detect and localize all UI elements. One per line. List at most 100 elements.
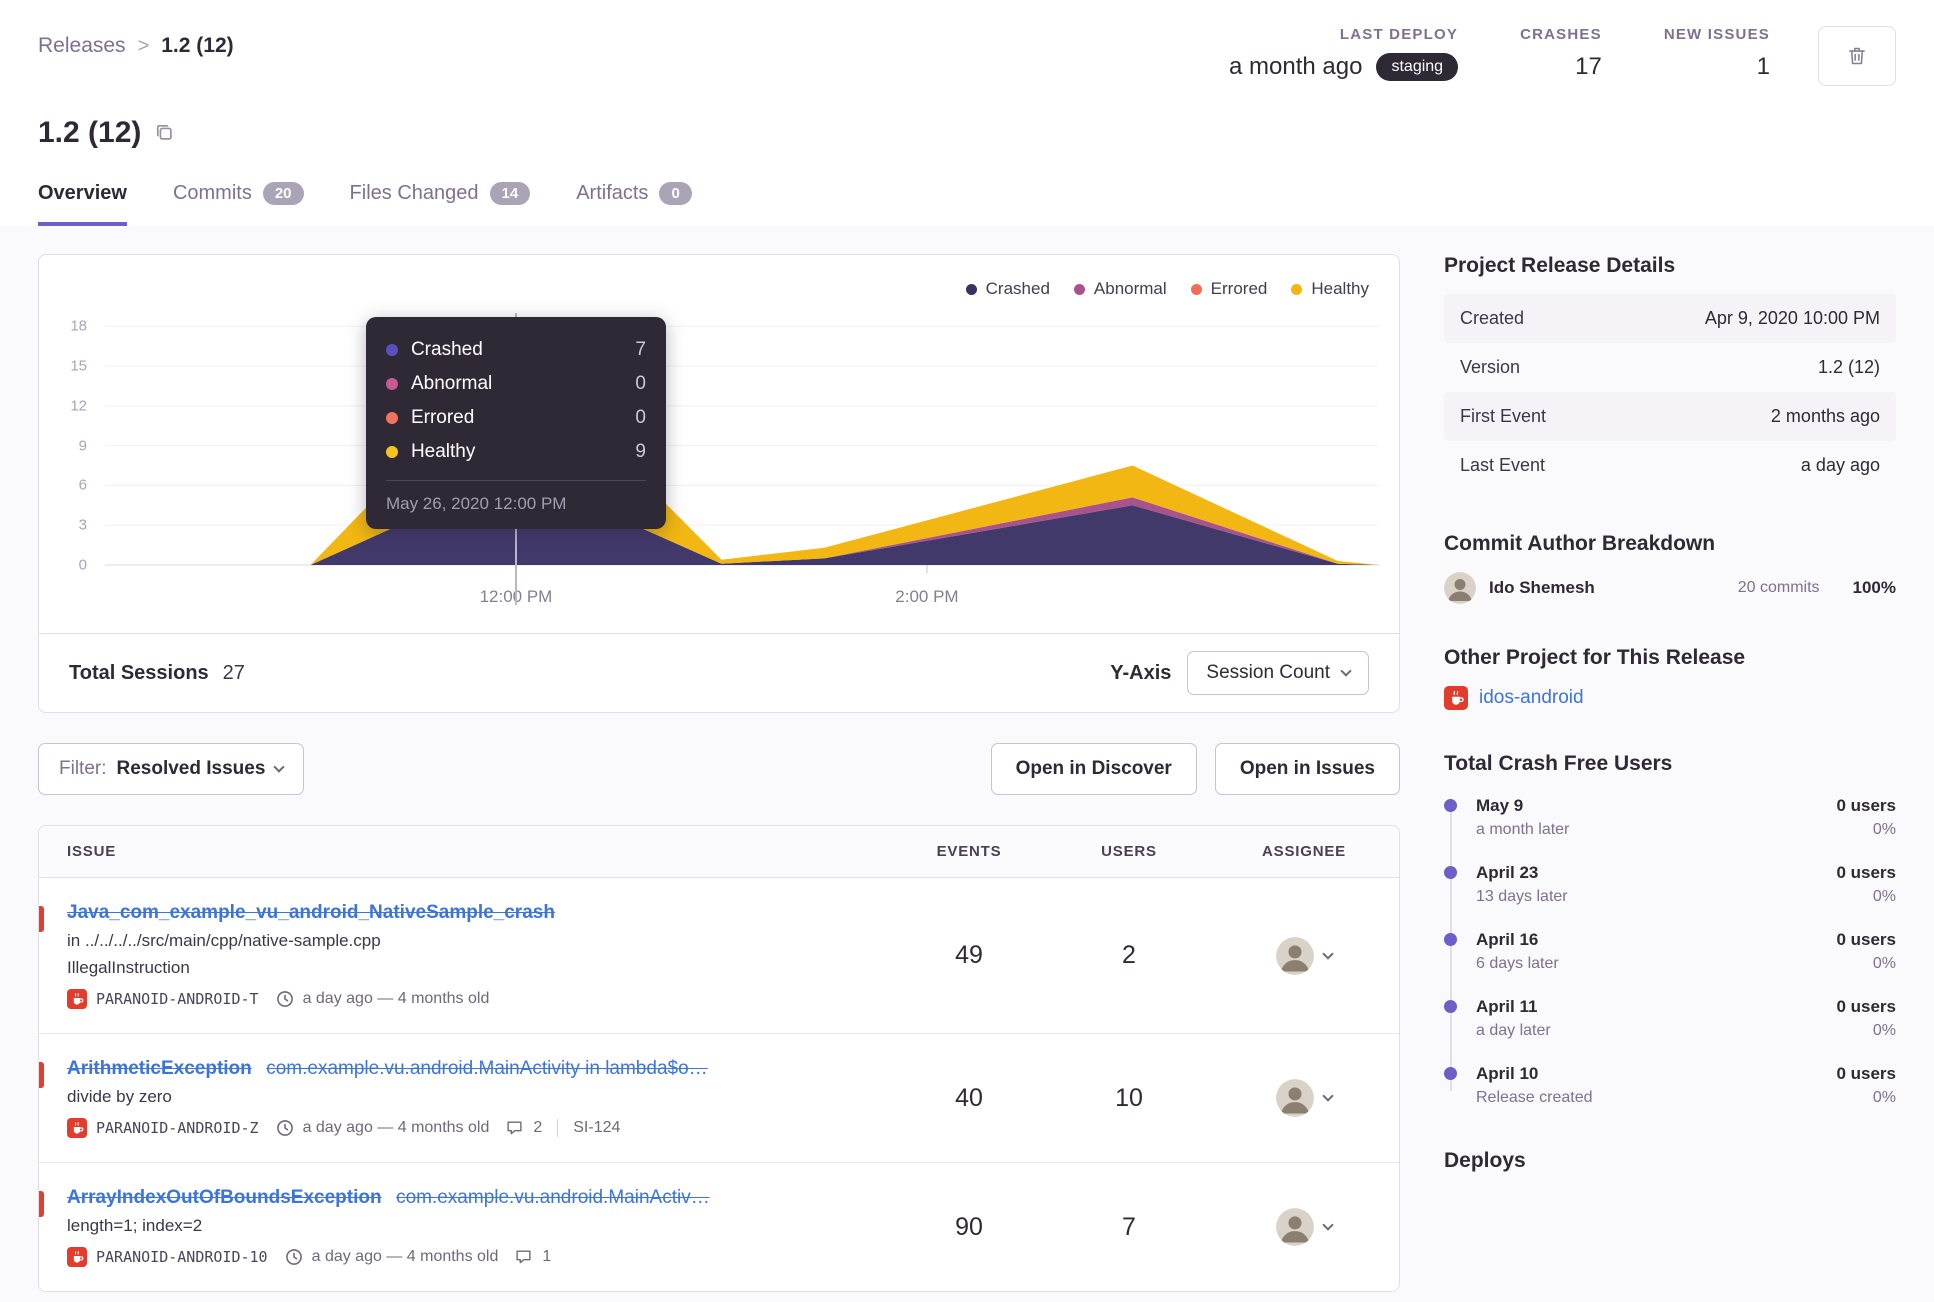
y-axis-select[interactable]: Session Count xyxy=(1187,651,1369,695)
legend-errored-label: Errored xyxy=(1210,279,1268,298)
y-tick-label: 9 xyxy=(78,437,87,455)
copy-version-button[interactable] xyxy=(154,122,174,145)
issue-short-id: SI-124 xyxy=(573,1119,621,1136)
assignee-dropdown[interactable] xyxy=(1209,936,1399,975)
y-axis-label: Y-Axis xyxy=(1110,661,1172,684)
chevron-down-icon xyxy=(1322,947,1334,960)
issue-row[interactable]: ArithmeticException com.example.vu.andro… xyxy=(39,1034,1399,1163)
tab-files-changed[interactable]: Files Changed 14 xyxy=(350,182,531,226)
crash-free-entry: April 11 0 users a day later 0% xyxy=(1444,997,1896,1040)
crash-free-entry: April 16 0 users 6 days later 0% xyxy=(1444,930,1896,973)
chart-tooltip: Crashed 7 Abnormal 0 Errored 0 Healthy 9… xyxy=(365,317,666,529)
comments-count: 2 xyxy=(533,1119,543,1136)
issue-meta: PARANOID-ANDROID-10 a day ago — 4 months… xyxy=(67,1247,869,1267)
entry-date: April 23 xyxy=(1476,863,1539,882)
total-sessions-label: Total Sessions xyxy=(69,661,209,684)
legend-abnormal-label: Abnormal xyxy=(1093,279,1167,298)
crashed-dot-icon xyxy=(965,283,977,295)
resolved-issues-table: ISSUE EVENTS USERS ASSIGNEE Java_com_exa… xyxy=(38,825,1400,1292)
chart-canvas xyxy=(105,313,1379,575)
issue-title-link[interactable]: Java_com_example_vu_android_NativeSample… xyxy=(67,902,555,923)
author-commit-count: 20 commits xyxy=(1737,579,1820,596)
legend-errored[interactable]: Errored xyxy=(1190,279,1268,299)
entry-percent: 0% xyxy=(1872,821,1896,838)
x-tick-label: 2:00 PM xyxy=(895,587,959,606)
assignee-avatar xyxy=(1276,936,1314,975)
tab-overview-label: Overview xyxy=(38,182,127,204)
page-header: Releases > 1.2 (12) LAST DEPLOY a month … xyxy=(0,0,1934,226)
entry-date: April 16 xyxy=(1476,930,1539,949)
release-details-heading: Project Release Details xyxy=(1444,254,1676,277)
crash-free-section: Total Crash Free Users May 9 0 users a m… xyxy=(1444,752,1896,1107)
issue-meta: PARANOID-ANDROID-T a day ago — 4 months … xyxy=(67,989,869,1009)
abnormal-dot-icon xyxy=(1073,283,1085,295)
resolved-indicator-bar xyxy=(39,1191,44,1217)
deploy-env-badge[interactable]: staging xyxy=(1376,53,1459,81)
new-issues-value: 1 xyxy=(1756,53,1770,80)
trash-icon xyxy=(1846,45,1868,67)
breadcrumb-separator-icon: > xyxy=(137,34,150,57)
project-name-link[interactable]: idos-android xyxy=(1479,687,1584,709)
assignee-avatar xyxy=(1276,1208,1314,1246)
detail-row: Last Event a day ago xyxy=(1444,441,1896,490)
issue-value: IllegalInstruction xyxy=(67,958,190,977)
issue-row[interactable]: ArrayIndexOutOfBoundsException com.examp… xyxy=(39,1163,1399,1291)
healthy-dot-icon xyxy=(385,446,398,458)
resolved-indicator-bar xyxy=(39,1062,44,1088)
entry-users: 0 users xyxy=(1836,863,1896,882)
chevron-down-icon xyxy=(1340,665,1352,677)
legend-crashed[interactable]: Crashed xyxy=(965,279,1050,299)
entry-subtitle: a month later xyxy=(1476,821,1570,838)
y-tick-label: 12 xyxy=(70,397,87,415)
tab-artifacts[interactable]: Artifacts 0 xyxy=(576,182,692,226)
entry-subtitle: 13 days later xyxy=(1476,888,1568,905)
legend-abnormal[interactable]: Abnormal xyxy=(1073,279,1167,299)
tab-artifacts-label: Artifacts xyxy=(576,182,649,204)
project-link[interactable]: idos-android xyxy=(1444,686,1896,710)
delete-release-button[interactable] xyxy=(1818,26,1896,86)
commit-author-section: Commit Author Breakdown Ido Shemesh 20 c… xyxy=(1444,532,1896,604)
tooltip-crashed-value: 7 xyxy=(635,339,646,360)
issue-users-count: 7 xyxy=(1122,1212,1136,1241)
tooltip-errored-value: 0 xyxy=(635,407,646,428)
filter-label: Filter: xyxy=(59,758,107,779)
project-tag: PARANOID-ANDROID-Z xyxy=(96,1119,259,1137)
commits-count-badge: 20 xyxy=(262,182,304,205)
tab-files-label: Files Changed xyxy=(349,182,479,204)
files-count-badge: 14 xyxy=(489,182,531,205)
issues-toolbar: Filter: Resolved Issues Open in Discover… xyxy=(38,743,1400,795)
crashed-dot-icon xyxy=(385,344,398,356)
release-details-section: Project Release Details Created Apr 9, 2… xyxy=(1444,254,1896,490)
crash-free-entry: April 10 0 users Release created 0% xyxy=(1444,1064,1896,1107)
detail-label: First Event xyxy=(1460,406,1547,426)
breadcrumb-releases-link[interactable]: Releases xyxy=(38,34,126,58)
entry-date: April 10 xyxy=(1476,1064,1539,1083)
open-in-discover-button[interactable]: Open in Discover xyxy=(990,743,1197,795)
entry-users: 0 users xyxy=(1836,997,1896,1016)
issue-row[interactable]: Java_com_example_vu_android_NativeSample… xyxy=(39,878,1399,1034)
legend-healthy[interactable]: Healthy xyxy=(1291,279,1369,299)
comments-count: 1 xyxy=(542,1248,552,1265)
issue-title-link[interactable]: ArithmeticException xyxy=(67,1058,252,1079)
detail-row: Version 1.2 (12) xyxy=(1444,343,1896,392)
meta-divider xyxy=(557,1119,559,1137)
artifacts-count-badge: 0 xyxy=(659,182,692,205)
sessions-area-chart[interactable]: Crashed 7 Abnormal 0 Errored 0 Healthy 9… xyxy=(105,313,1379,605)
issue-title-link[interactable]: ArrayIndexOutOfBoundsException xyxy=(67,1187,382,1208)
stat-last-deploy: LAST DEPLOY a month ago staging xyxy=(1229,26,1459,81)
tab-commits[interactable]: Commits 20 xyxy=(173,182,304,226)
assignee-dropdown[interactable] xyxy=(1209,1079,1399,1117)
y-tick-label: 15 xyxy=(70,357,87,375)
detail-label: Last Event xyxy=(1460,455,1546,475)
tab-overview[interactable]: Overview xyxy=(38,182,127,226)
chevron-down-icon xyxy=(273,761,286,773)
entry-subtitle: 6 days later xyxy=(1476,955,1559,972)
breadcrumb: Releases > 1.2 (12) xyxy=(38,26,234,58)
y-tick-label: 3 xyxy=(78,516,87,534)
clock-icon xyxy=(276,1119,294,1137)
issues-filter-dropdown[interactable]: Filter: Resolved Issues xyxy=(38,743,305,795)
assignee-dropdown[interactable] xyxy=(1209,1208,1399,1246)
detail-row: First Event 2 months ago xyxy=(1444,392,1896,441)
open-in-issues-button[interactable]: Open in Issues xyxy=(1214,743,1400,795)
issue-age: a day ago — 4 months old xyxy=(302,990,490,1007)
